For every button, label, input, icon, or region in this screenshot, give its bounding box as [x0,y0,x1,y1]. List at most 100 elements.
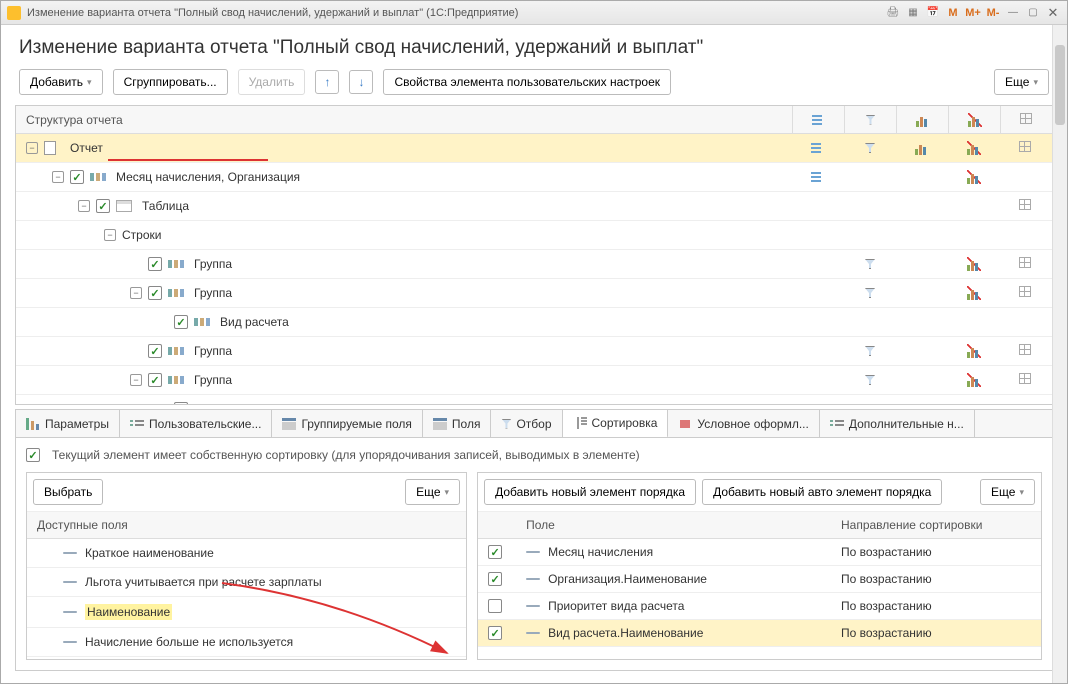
tab-Поля[interactable]: Поля [423,410,492,437]
add-auto-order-button[interactable]: Добавить новый авто элемент порядка [702,479,942,505]
tab-Группируемые поля[interactable]: Группируемые поля [272,410,422,437]
order-direction[interactable]: По возрастанию [841,599,1031,613]
tab-Отбор[interactable]: Отбор [491,410,562,437]
tree-row[interactable]: Вид расчета [16,308,1052,337]
mem-mplus-button[interactable]: M+ [965,5,981,21]
available-field-row[interactable]: Начисляется в целом за месяц [27,657,466,659]
print-icon[interactable]: 🖨 [885,5,901,21]
order-direction[interactable]: По возрастанию [841,572,1031,586]
user-settings-props-button[interactable]: Свойства элемента пользовательских настр… [383,69,671,95]
tree-col-icon[interactable] [844,286,896,300]
add-button[interactable]: Добавить▾ [19,69,103,95]
tree-row[interactable]: −Строки [16,221,1052,250]
hcol-fields-icon[interactable] [792,106,844,134]
tree-col-icon[interactable] [948,373,1000,387]
order-direction[interactable]: По возрастанию [841,626,1031,640]
tree-col-icon[interactable] [1000,344,1052,358]
tree-row[interactable]: −Отчет [16,134,1052,163]
structure-body[interactable]: −Отчет−Месяц начисления, Организация−Таб… [16,134,1052,404]
tree-col-icon[interactable] [844,344,896,358]
minimize-icon[interactable]: — [1005,5,1021,21]
row-checkbox[interactable] [96,199,110,213]
available-field-row[interactable]: Льгота учитывается при расчете зарплаты [27,568,466,597]
order-checkbox[interactable] [488,626,502,640]
tree-col-icon[interactable] [948,257,1000,271]
hcol-appearance-icon[interactable] [948,106,1000,134]
row-checkbox[interactable] [174,402,188,404]
row-checkbox[interactable] [148,373,162,387]
row-checkbox[interactable] [148,286,162,300]
tree-col-icon[interactable] [948,141,1000,155]
tree-row[interactable]: Вид расчета [16,395,1052,404]
calc-icon[interactable]: ▦ [905,5,921,21]
tree-row[interactable]: −Месяц начисления, Организация [16,163,1052,192]
move-down-button[interactable] [349,70,373,94]
tree-row[interactable]: Группа [16,337,1052,366]
tree-col-icon[interactable] [896,373,948,387]
tree-col-icon[interactable] [792,170,844,184]
tree-col-icon[interactable] [792,199,844,213]
hcol-chart-icon[interactable] [896,106,948,134]
expander-icon[interactable]: − [104,229,116,241]
tree-col-icon[interactable] [792,286,844,300]
avail-more-button[interactable]: Еще▾ [405,479,460,505]
order-direction[interactable]: По возрастанию [841,545,1031,559]
mem-mminus-button[interactable]: M- [985,5,1001,21]
group-button[interactable]: Сгруппировать... [113,69,228,95]
move-up-button[interactable] [315,70,339,94]
tree-col-icon[interactable] [844,141,896,155]
order-more-button[interactable]: Еще▾ [980,479,1035,505]
tree-col-icon[interactable] [844,257,896,271]
tree-row[interactable]: −Группа [16,279,1052,308]
tree-col-icon[interactable] [1000,170,1052,184]
tree-col-icon[interactable] [1000,141,1052,155]
tree-col-icon[interactable] [948,286,1000,300]
tree-col-icon[interactable] [896,257,948,271]
choose-button[interactable]: Выбрать [33,479,103,505]
order-row[interactable]: Приоритет вида расчетаПо возрастанию [478,593,1041,620]
calendar-icon[interactable]: 📅 [925,5,941,21]
hcol-filter-icon[interactable] [844,106,896,134]
tree-col-icon[interactable] [896,344,948,358]
order-checkbox[interactable] [488,572,502,586]
maximize-icon[interactable]: ▢ [1025,5,1041,21]
mem-m-button[interactable]: M [945,5,961,21]
tree-col-icon[interactable] [1000,373,1052,387]
order-row[interactable]: Вид расчета.НаименованиеПо возрастанию [478,620,1041,647]
tab-Условное оформл...[interactable]: Условное оформл... [668,410,819,437]
expander-icon[interactable]: − [130,287,142,299]
tree-col-icon[interactable] [792,373,844,387]
row-checkbox[interactable] [70,170,84,184]
row-checkbox[interactable] [148,344,162,358]
more-button[interactable]: Еще▾ [994,69,1049,95]
tab-Параметры[interactable]: Параметры [16,410,120,437]
delete-button[interactable]: Удалить [238,69,306,95]
tree-row[interactable]: Группа [16,250,1052,279]
avail-body[interactable]: Краткое наименованиеЛьгота учитывается п… [27,539,466,659]
expander-icon[interactable]: − [130,374,142,386]
tab-Дополнительные н...[interactable]: Дополнительные н... [820,410,975,437]
available-field-row[interactable]: Наименование [27,597,466,628]
expander-icon[interactable]: − [26,142,38,154]
order-checkbox[interactable] [488,599,502,613]
tree-col-icon[interactable] [844,199,896,213]
available-field-row[interactable]: Краткое наименование [27,539,466,568]
row-checkbox[interactable] [148,257,162,271]
scroll-thumb[interactable] [1055,45,1065,125]
vertical-scrollbar[interactable] [1052,25,1067,683]
tree-col-icon[interactable] [1000,199,1052,213]
tree-row[interactable]: −Группа [16,366,1052,395]
tree-col-icon[interactable] [1000,257,1052,271]
tree-col-icon[interactable] [844,170,896,184]
expander-icon[interactable]: − [78,200,90,212]
tree-col-icon[interactable] [896,170,948,184]
tree-col-icon[interactable] [1000,286,1052,300]
tree-col-icon[interactable] [896,286,948,300]
order-row[interactable]: Организация.НаименованиеПо возрастанию [478,566,1041,593]
tree-col-icon[interactable] [792,141,844,155]
order-checkbox[interactable] [488,545,502,559]
close-icon[interactable]: ✕ [1045,5,1061,21]
row-checkbox[interactable] [174,315,188,329]
hcol-grid-icon[interactable] [1000,106,1052,134]
add-order-button[interactable]: Добавить новый элемент порядка [484,479,696,505]
